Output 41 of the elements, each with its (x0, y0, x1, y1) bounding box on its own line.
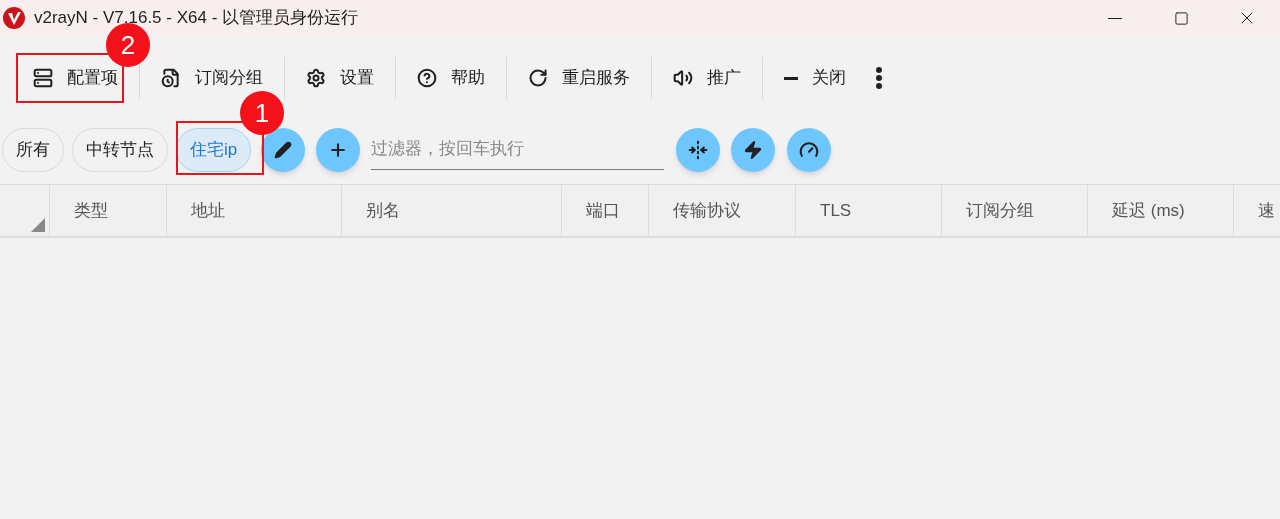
group-tab[interactable]: 住宅ip (176, 128, 252, 172)
speed-test-button[interactable] (787, 128, 832, 172)
toolbar-button[interactable]: 帮助 (406, 56, 496, 100)
column-header[interactable]: TLS (796, 185, 942, 236)
more-icon (876, 67, 882, 89)
maximize-icon (1173, 10, 1189, 26)
server-icon (33, 68, 53, 88)
gauge-icon (799, 140, 820, 160)
column-header[interactable]: 传输协议 (649, 185, 796, 236)
edit-button[interactable] (261, 128, 306, 172)
group-tab[interactable]: 所有 (2, 128, 64, 172)
step-number: 2 (106, 23, 150, 67)
toolbar-button[interactable]: 关闭 (773, 56, 857, 100)
column-header[interactable]: 速 (1234, 185, 1280, 236)
group-tab[interactable]: 中转节点 (72, 128, 168, 172)
column-header[interactable]: 订阅分组 (942, 185, 1088, 236)
document-clock-icon (161, 68, 181, 88)
column-header[interactable]: 延迟 (ms) (1088, 185, 1234, 236)
minimize-icon (1108, 17, 1122, 19)
collapse-button[interactable] (676, 128, 721, 172)
lightning-icon (743, 140, 764, 160)
collapse-arrows-icon (688, 140, 709, 160)
step-number: 1 (240, 91, 284, 135)
toolbar-button[interactable]: 设置 (295, 56, 385, 100)
select-all-corner-icon[interactable] (31, 218, 45, 232)
speaker-icon (673, 68, 693, 88)
column-header[interactable]: 地址 (167, 185, 342, 236)
minus-icon (784, 76, 798, 80)
add-button[interactable] (316, 128, 361, 172)
column-header[interactable]: 别名 (342, 185, 562, 236)
help-icon (417, 68, 437, 88)
settings-icon (306, 68, 326, 88)
app-logo-icon (3, 7, 25, 29)
flash-button[interactable] (731, 128, 776, 172)
filter-field[interactable]: 过滤器，按回车执行 (371, 128, 665, 170)
column-header[interactable]: 类型 (50, 185, 167, 236)
refresh-icon (528, 68, 548, 88)
toolbar-button[interactable]: 重启服务 (517, 56, 641, 100)
pencil-icon (274, 141, 293, 159)
column-header[interactable]: 端口 (562, 185, 649, 236)
toolbar-button[interactable]: 推广 (662, 56, 752, 100)
